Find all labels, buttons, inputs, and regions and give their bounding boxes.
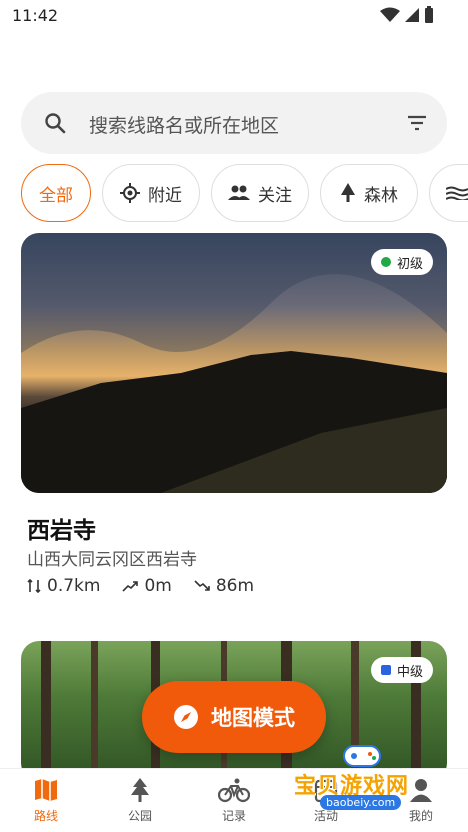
- gamepad-icon: [343, 745, 381, 767]
- ascent-stat: 0m: [122, 576, 172, 596]
- wifi-icon: [380, 7, 400, 22]
- route-location: 山西大同云冈区西岩寺: [27, 550, 197, 570]
- map-icon: [35, 779, 57, 801]
- battery-icon: [425, 6, 433, 23]
- ascent-value: 0m: [144, 576, 172, 596]
- chip-following[interactable]: 关注: [211, 164, 309, 222]
- chip-all[interactable]: 全部: [21, 164, 91, 222]
- tab-label: 记录: [221, 809, 246, 823]
- route-card-image[interactable]: 初级: [21, 233, 447, 493]
- location-target-icon: [120, 183, 140, 203]
- tab-routes[interactable]: 路线: [16, 777, 76, 824]
- difficulty-label: 中级: [396, 664, 423, 680]
- tab-label: 公园: [127, 809, 152, 823]
- watermark-logo: 宝贝游戏网 baobeiy.com: [292, 740, 434, 814]
- difficulty-badge: 初级: [370, 249, 433, 275]
- status-icons: [380, 6, 434, 24]
- distance-stat: 0.7km: [27, 576, 100, 596]
- descent-stat: 86m: [194, 576, 254, 596]
- distance-value: 0.7km: [47, 576, 101, 596]
- route-title[interactable]: 西岩寺: [27, 511, 96, 545]
- tab-parks[interactable]: 公园: [110, 777, 170, 824]
- difficulty-dot: [380, 665, 391, 675]
- tree-icon: [131, 778, 149, 802]
- category-chips: 全部 附近 关注 森林: [21, 164, 468, 222]
- difficulty-label: 初级: [396, 256, 423, 272]
- chip-nearby[interactable]: 附近: [102, 164, 200, 222]
- filter-icon[interactable]: [405, 111, 429, 135]
- chip-label: 附近: [148, 185, 182, 206]
- tab-records[interactable]: 记录: [204, 777, 264, 824]
- tab-label: 路线: [33, 809, 58, 823]
- ascent-icon: [122, 581, 139, 592]
- descent-value: 86m: [215, 576, 255, 596]
- search-input[interactable]: 搜索线路名或所在地区: [89, 111, 279, 138]
- search-icon: [45, 113, 66, 134]
- water-icon: [446, 186, 468, 200]
- people-icon: [228, 185, 250, 200]
- map-mode-label: 地图模式: [211, 706, 295, 730]
- difficulty-dot: [380, 257, 391, 267]
- distance-icon: [27, 579, 41, 593]
- status-bar: 11:42: [0, 0, 468, 32]
- descent-icon: [194, 580, 210, 591]
- tree-icon: [341, 183, 355, 202]
- search-bar[interactable]: 搜索线路名或所在地区: [21, 92, 447, 154]
- chip-label: 森林: [364, 185, 398, 206]
- signal-icon: [405, 8, 419, 22]
- watermark-url: baobeiy.com: [320, 795, 402, 810]
- chip-water[interactable]: [429, 164, 468, 222]
- chip-forest[interactable]: 森林: [320, 164, 418, 222]
- difficulty-badge: 中级: [370, 657, 433, 683]
- route-stats: 0.7km 0m 86m: [27, 576, 254, 596]
- status-time: 11:42: [12, 6, 59, 25]
- chip-label: 全部: [39, 185, 73, 206]
- chip-label: 关注: [258, 185, 292, 206]
- compass-icon: [174, 705, 198, 729]
- bike-icon: [218, 778, 250, 803]
